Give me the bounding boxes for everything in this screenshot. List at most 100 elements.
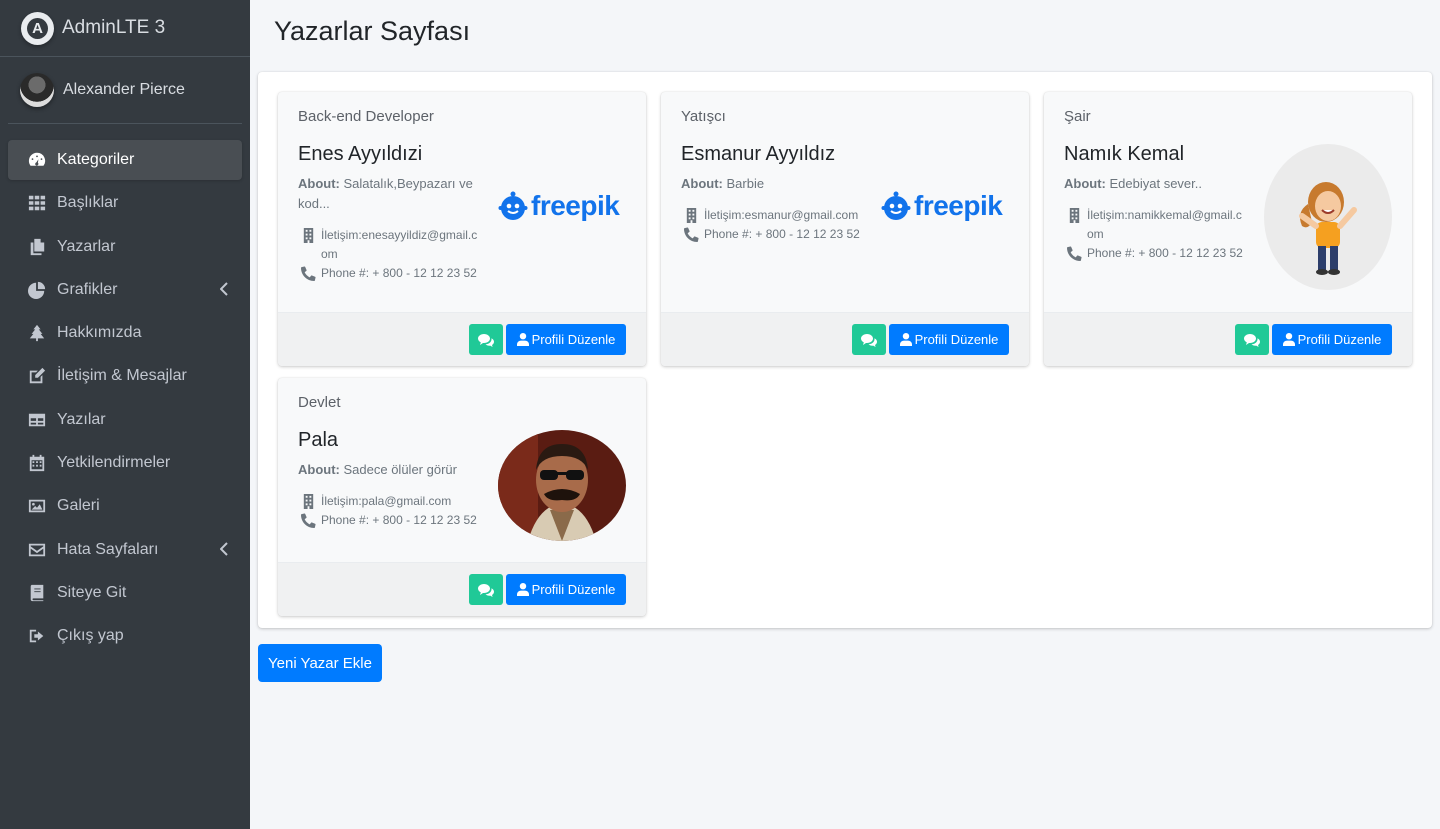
grid-icon <box>27 194 47 212</box>
phone-icon <box>684 225 704 244</box>
user-panel[interactable]: Alexander Pierce <box>8 57 242 124</box>
book-icon <box>27 584 47 602</box>
sidebar-item-kategoriler[interactable]: Kategoriler <box>8 140 242 180</box>
user-avatar <box>20 73 54 107</box>
building-icon <box>301 226 321 245</box>
table-icon <box>27 411 47 429</box>
sidebar-item-label: İletişim & Mesajlar <box>57 367 187 385</box>
sidebar: A AdminLTE 3 Alexander Pierce Kategorile… <box>0 0 250 829</box>
sidebar-item-label: Galeri <box>57 497 100 515</box>
author-about: About: Edebiyat sever.. <box>1064 176 1202 191</box>
tachometer-icon <box>27 151 47 169</box>
chevron-left-icon[interactable] <box>219 282 228 296</box>
user-icon <box>516 333 529 346</box>
image-icon <box>27 497 47 515</box>
author-role: Şair <box>1064 108 1091 125</box>
sidebar-item-label: Siteye Git <box>57 583 127 601</box>
sidebar-item-label: Hakkımızda <box>57 324 142 342</box>
sidebar-item-cikis-yap[interactable]: Çıkış yap <box>8 616 242 656</box>
calendar-icon <box>27 454 47 472</box>
freepik-mark-icon <box>498 191 528 220</box>
user-icon <box>516 583 529 596</box>
sidebar-nav: Kategoriler Başlıklar Yazarlar Grafikler… <box>0 140 250 656</box>
author-phone: Phone #: + 800 - 12 12 23 52 <box>321 266 477 280</box>
edit-profile-button[interactable]: Profili Düzenle <box>889 324 1009 355</box>
sidebar-item-label: Yetkilendirmeler <box>57 454 171 472</box>
edit-profile-button[interactable]: Profili Düzenle <box>506 574 626 605</box>
author-photo <box>498 430 626 546</box>
edit-icon <box>27 367 47 385</box>
sidebar-item-label: Yazılar <box>57 410 106 428</box>
brand-link[interactable]: A AdminLTE 3 <box>0 0 250 57</box>
author-name: Enes Ayyıldızi <box>298 143 423 165</box>
author-photo <box>1264 144 1392 295</box>
phone-icon <box>301 264 321 283</box>
author-phone: Phone #: + 800 - 12 12 23 52 <box>321 513 477 527</box>
user-icon <box>899 333 912 346</box>
envelope-icon <box>27 541 47 559</box>
sidebar-item-grafikler[interactable]: Grafikler <box>8 270 242 310</box>
authors-card: Back-end Developer Enes Ayyıldızi About:… <box>258 72 1432 628</box>
comments-icon <box>861 333 877 347</box>
user-name[interactable]: Alexander Pierce <box>63 81 185 99</box>
freepik-mark-icon <box>881 191 911 220</box>
author-email: İletişim:pala@gmail.com <box>321 494 452 508</box>
man-with-sunglasses-photo <box>498 430 626 541</box>
building-icon <box>301 492 321 511</box>
copy-icon <box>27 238 47 256</box>
edit-profile-button[interactable]: Profili Düzenle <box>1272 324 1392 355</box>
sidebar-item-yazarlar[interactable]: Yazarlar <box>8 227 242 267</box>
sign-out-icon <box>27 627 47 645</box>
phone-icon <box>301 511 321 530</box>
author-email: İletişim:enesayyildiz@gmail.com <box>321 228 478 261</box>
sidebar-item-yetkilendirmeler[interactable]: Yetkilendirmeler <box>8 443 242 483</box>
sidebar-item-label: Kategoriler <box>57 151 135 168</box>
sidebar-item-label: Başlıklar <box>57 194 119 212</box>
add-author-button[interactable]: Yeni Yazar Ekle <box>258 644 382 682</box>
message-button[interactable] <box>469 324 503 355</box>
user-icon <box>1282 333 1295 346</box>
pie-chart-icon <box>27 281 47 299</box>
author-phone: Phone #: + 800 - 12 12 23 52 <box>704 227 860 241</box>
sidebar-item-label: Çıkış yap <box>57 627 124 645</box>
comments-icon <box>478 333 494 347</box>
author-role: Yatışcı <box>681 108 726 125</box>
freepik-logo: freepik <box>498 186 626 226</box>
author-about: About: Sadece ölüler görür <box>298 462 457 477</box>
cartoon-girl-avatar <box>1264 144 1392 290</box>
chevron-left-icon[interactable] <box>219 541 228 556</box>
tree-icon <box>27 324 47 342</box>
comments-icon <box>1244 333 1260 347</box>
sidebar-item-basliklar[interactable]: Başlıklar <box>8 183 242 223</box>
author-name: Esmanur Ayyıldız <box>681 143 836 165</box>
sidebar-item-siteye-git[interactable]: Siteye Git <box>8 573 242 613</box>
brand-name: AdminLTE 3 <box>62 17 166 38</box>
sidebar-item-label: Yazarlar <box>57 237 116 255</box>
building-icon <box>1067 206 1087 225</box>
edit-profile-button[interactable]: Profili Düzenle <box>506 324 626 355</box>
sidebar-item-yazilar[interactable]: Yazılar <box>8 400 242 440</box>
author-card: Devlet Pala About: Sadece ölüler görür İ… <box>278 378 646 616</box>
message-button[interactable] <box>469 574 503 605</box>
author-role: Devlet <box>298 394 341 411</box>
author-about: About: Salatalık,Beypazarı ve kod... <box>298 176 473 211</box>
sidebar-item-label: Grafikler <box>57 280 118 298</box>
author-email: İletişim:esmanur@gmail.com <box>704 208 859 222</box>
message-button[interactable] <box>1235 324 1269 355</box>
sidebar-item-galeri[interactable]: Galeri <box>8 486 242 526</box>
sidebar-item-hakkimizda[interactable]: Hakkımızda <box>8 313 242 353</box>
author-card: Şair Namık Kemal About: Edebiyat sever..… <box>1044 92 1412 366</box>
author-card: Yatışcı Esmanur Ayyıldız About: Barbie İ… <box>661 92 1029 366</box>
freepik-logo: freepik <box>881 186 1009 226</box>
brand-logo-icon: A <box>21 11 54 45</box>
sidebar-item-hata-sayfalari[interactable]: Hata Sayfaları <box>8 530 242 570</box>
sidebar-item-label: Hata Sayfaları <box>57 540 159 558</box>
page-title: Yazarlar Sayfası <box>274 16 471 46</box>
phone-icon <box>1067 244 1087 263</box>
content-wrapper: Yazarlar Sayfası Back-end Developer Enes… <box>250 0 1440 829</box>
author-email: İletişim:namikkemal@gmail.com <box>1087 208 1242 241</box>
message-button[interactable] <box>852 324 886 355</box>
author-phone: Phone #: + 800 - 12 12 23 52 <box>1087 246 1243 260</box>
author-role: Back-end Developer <box>298 108 434 125</box>
sidebar-item-iletisim[interactable]: İletişim & Mesajlar <box>8 356 242 396</box>
